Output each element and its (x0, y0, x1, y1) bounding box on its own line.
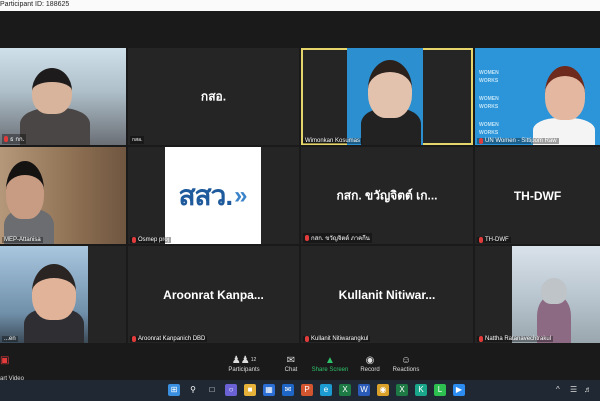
video-off-icon: ▣ (0, 355, 10, 366)
video-tile-11[interactable]: Kullanit Nitiwar... Kullanit Nitiwarangk… (301, 246, 473, 343)
tile-name-tag: MEP-Attanisa (2, 237, 43, 243)
video-tile-3-active-speaker[interactable]: Wimonkan Kosumas (301, 48, 473, 145)
reactions-button[interactable]: ☺ Reactions (386, 354, 426, 373)
kaspersky-icon[interactable]: K (415, 384, 427, 396)
tile-name-tag: กสก. ขวัญจิตต์ ภาคกีน (303, 233, 372, 243)
participant-id: Participant ID: 188625 (0, 1, 70, 8)
chat-icon: ✉ (286, 355, 296, 366)
video-tile-4[interactable]: WOMEN WORKS WOMEN WORKS WOMEN WORKS UN W… (475, 48, 600, 145)
excel-icon[interactable]: X (339, 384, 351, 396)
tile-name-tag: กสอ. (130, 136, 145, 144)
windows-taskbar: ⊞ ⚲ □ ○ ■ ▦ ✉ P e X W ◉ X K L ▶ ^ ☰ ♬ (0, 380, 600, 401)
mail-icon[interactable]: ✉ (282, 384, 294, 396)
tile-name-tag: Aroonrat Kanpanich DBD (130, 336, 208, 342)
tile-name-tag: TH-DWF (477, 237, 511, 243)
title-bar: Participant ID: 188625 (0, 0, 600, 11)
zoom-icon[interactable]: ▶ (453, 384, 465, 396)
gallery-view: ธ กก. กสอ. กสอ. Wimonkan Kosumas WOMEN W… (0, 11, 600, 350)
wifi-icon[interactable]: ☰ (570, 385, 577, 394)
video-tile-8[interactable]: TH-DWF TH-DWF (475, 147, 600, 244)
chrome-icon[interactable]: ◉ (377, 384, 389, 396)
excel-icon-2[interactable]: X (396, 384, 408, 396)
search-icon[interactable]: ⚲ (187, 384, 199, 396)
share-screen-button[interactable]: ▲ Share Screen (310, 354, 350, 373)
mic-muted-icon (305, 235, 309, 241)
meeting-controls: ▣ art Video ♟♟12 Participants ✉ Chat ▲ S… (0, 350, 600, 382)
video-tile-5[interactable]: MEP-Attanisa (0, 147, 126, 244)
chat-button[interactable]: ✉ Chat (271, 354, 311, 373)
video-tile-10[interactable]: Aroonrat Kanpa... Aroonrat Kanpanich DBD (128, 246, 299, 343)
mic-muted-icon (132, 336, 136, 342)
video-tile-6[interactable]: สสว.» Osmep proj (128, 147, 299, 244)
tile-name-tag: Wimonkan Kosumas (303, 138, 363, 144)
tile-name-tag: UN Women - Sittipom Raw (477, 138, 559, 144)
windows-icon[interactable]: ⊞ (168, 384, 180, 396)
participant-display-name: กสก. ขวัญจิตต์ เก... (336, 188, 438, 202)
edge-icon[interactable]: e (320, 384, 332, 396)
tile-name-tag: Nattha Ratanavechtrakul (477, 336, 554, 342)
record-button[interactable]: ◉ Record (350, 354, 390, 373)
task-view-icon[interactable]: □ (206, 384, 218, 396)
word-icon[interactable]: W (358, 384, 370, 396)
participant-display-name: TH-DWF (513, 188, 562, 203)
participant-display-name: Aroonrat Kanpa... (163, 287, 264, 302)
mic-muted-icon (479, 138, 483, 144)
tray-chevron-icon[interactable]: ^ (556, 385, 560, 394)
video-tile-12[interactable]: Nattha Ratanavechtrakul (475, 246, 600, 343)
video-tile-9[interactable]: ...en (0, 246, 126, 343)
powerpoint-icon[interactable]: P (301, 384, 313, 396)
mic-muted-icon (4, 136, 8, 142)
mic-muted-icon (132, 237, 136, 243)
video-tile-7[interactable]: กสก. ขวัญจิตต์ เก... กสก. ขวัญจิตต์ ภาคก… (301, 147, 473, 244)
video-tile-1[interactable]: ธ กก. (0, 48, 126, 145)
line-icon[interactable]: L (434, 384, 446, 396)
mic-muted-icon (479, 336, 483, 342)
participants-icon: ♟♟12 (231, 355, 257, 366)
mic-muted-icon (479, 237, 483, 243)
osmep-logo: สสว.» (165, 147, 261, 244)
participants-button[interactable]: ♟♟12 Participants (224, 354, 264, 373)
reactions-icon: ☺ (400, 355, 412, 366)
participant-display-name: กสอ. (200, 89, 227, 103)
tile-name-tag: Osmep proj (130, 237, 172, 243)
store-icon[interactable]: ▦ (263, 384, 275, 396)
mic-muted-icon (305, 336, 309, 342)
tile-name-tag: ...en (2, 336, 18, 342)
chat-icon[interactable]: ○ (225, 384, 237, 396)
video-tile-2[interactable]: กสอ. กสอ. (128, 48, 299, 145)
participant-display-name: Kullanit Nitiwar... (338, 287, 436, 302)
volume-icon[interactable]: ♬ (584, 385, 592, 394)
record-icon: ◉ (365, 355, 375, 366)
share-screen-icon: ▲ (325, 355, 335, 366)
tile-name-tag: ธ กก. (2, 134, 27, 144)
tile-name-tag: Kullanit Nitiwarangkul (303, 336, 371, 342)
explorer-icon[interactable]: ■ (244, 384, 256, 396)
